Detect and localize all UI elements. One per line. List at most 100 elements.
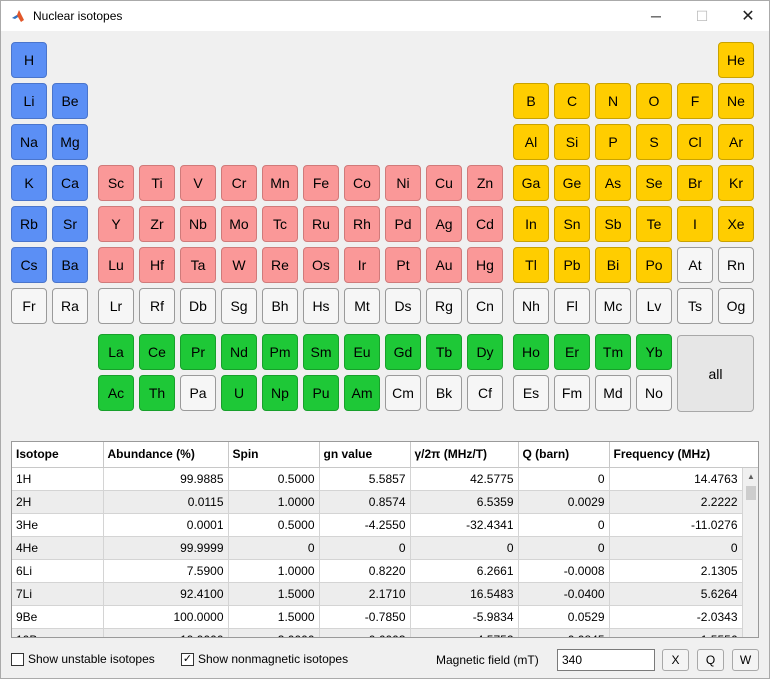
show-unstable-box[interactable] xyxy=(11,652,24,666)
table-cell[interactable]: 1.5556 xyxy=(609,628,743,637)
table-cell[interactable]: 0 xyxy=(609,536,743,560)
table-cell[interactable]: 0.0001 xyxy=(103,513,229,537)
element-button-cs[interactable]: Cs xyxy=(11,247,47,283)
element-button-tl[interactable]: Tl xyxy=(513,247,549,283)
table-row[interactable]: 6Li 7.5900 1.0000 0.8220 6.2661 -0.0008 2.1305 xyxy=(12,559,743,583)
table-row[interactable]: 4He 99.9999 0 0 0 0 0 xyxy=(12,536,743,560)
table-cell[interactable]: 1.0000 xyxy=(228,559,320,583)
element-button-tb[interactable]: Tb xyxy=(426,334,462,370)
table-cell[interactable]: 19.9000 xyxy=(103,628,229,637)
element-button-tc[interactable]: Tc xyxy=(262,206,298,242)
element-button-la[interactable]: La xyxy=(98,334,134,370)
table-cell[interactable]: 6.2661 xyxy=(410,559,519,583)
element-button-es[interactable]: Es xyxy=(513,375,549,411)
element-button-fl[interactable]: Fl xyxy=(554,288,590,324)
scroll-up-arrow-icon[interactable]: ▲ xyxy=(743,468,758,484)
element-button-db[interactable]: Db xyxy=(180,288,216,324)
element-button-s[interactable]: S xyxy=(636,124,672,160)
table-cell[interactable]: 2.1305 xyxy=(609,559,743,583)
element-button-pa[interactable]: Pa xyxy=(180,375,216,411)
element-button-mn[interactable]: Mn xyxy=(262,165,298,201)
element-button-lv[interactable]: Lv xyxy=(636,288,672,324)
table-cell[interactable]: 0.0529 xyxy=(518,605,610,629)
element-button-lu[interactable]: Lu xyxy=(98,247,134,283)
element-button-v[interactable]: V xyxy=(180,165,216,201)
element-button-ru[interactable]: Ru xyxy=(303,206,339,242)
table-cell[interactable]: -32.4341 xyxy=(410,513,519,537)
element-button-n[interactable]: N xyxy=(595,83,631,119)
element-button-rb[interactable]: Rb xyxy=(11,206,47,242)
magnetic-field-input[interactable] xyxy=(557,649,655,671)
close-icon[interactable]: ✕ xyxy=(725,1,770,31)
table-cell[interactable]: 2.1710 xyxy=(319,582,411,606)
element-button-he[interactable]: He xyxy=(718,42,754,78)
element-button-co[interactable]: Co xyxy=(344,165,380,201)
column-header-abundance[interactable]: Abundance (%) xyxy=(103,442,229,468)
table-cell[interactable]: 6.5359 xyxy=(410,490,519,514)
element-button-rg[interactable]: Rg xyxy=(426,288,462,324)
element-button-mg[interactable]: Mg xyxy=(52,124,88,160)
table-cell[interactable]: 92.4100 xyxy=(103,582,229,606)
table-cell[interactable]: -11.0276 xyxy=(609,513,743,537)
table-cell[interactable]: 3.0000 xyxy=(228,628,320,637)
table-cell[interactable]: 7.5900 xyxy=(103,559,229,583)
table-cell[interactable]: 4.5752 xyxy=(410,628,519,637)
all-button[interactable]: all xyxy=(677,335,754,412)
table-cell[interactable]: 0 xyxy=(518,513,610,537)
element-button-hg[interactable]: Hg xyxy=(467,247,503,283)
element-button-yb[interactable]: Yb xyxy=(636,334,672,370)
element-button-ir[interactable]: Ir xyxy=(344,247,380,283)
element-button-i[interactable]: I xyxy=(677,206,713,242)
element-button-ge[interactable]: Ge xyxy=(554,165,590,201)
element-button-ne[interactable]: Ne xyxy=(718,83,754,119)
element-button-ho[interactable]: Ho xyxy=(513,334,549,370)
element-button-tm[interactable]: Tm xyxy=(595,334,631,370)
element-button-ag[interactable]: Ag xyxy=(426,206,462,242)
table-cell[interactable]: -4.2550 xyxy=(319,513,411,537)
element-button-zn[interactable]: Zn xyxy=(467,165,503,201)
table-cell[interactable]: -0.7850 xyxy=(319,605,411,629)
column-header-quadrupole[interactable]: Q (barn) xyxy=(518,442,610,468)
table-cell[interactable]: 9Be xyxy=(12,605,104,629)
element-button-cf[interactable]: Cf xyxy=(467,375,503,411)
table-cell[interactable]: 0 xyxy=(518,536,610,560)
element-button-zr[interactable]: Zr xyxy=(139,206,175,242)
element-button-o[interactable]: O xyxy=(636,83,672,119)
table-cell[interactable]: 0.6003 xyxy=(319,628,411,637)
element-button-rn[interactable]: Rn xyxy=(718,247,754,283)
column-header-gn[interactable]: gn value xyxy=(319,442,411,468)
table-cell[interactable]: 2.2222 xyxy=(609,490,743,514)
element-button-lr[interactable]: Lr xyxy=(98,288,134,324)
element-button-mo[interactable]: Mo xyxy=(221,206,257,242)
table-cell[interactable]: 0 xyxy=(518,467,610,491)
table-cell[interactable]: 0 xyxy=(319,536,411,560)
table-cell[interactable]: 100.0000 xyxy=(103,605,229,629)
element-button-na[interactable]: Na xyxy=(11,124,47,160)
element-button-sg[interactable]: Sg xyxy=(221,288,257,324)
element-button-te[interactable]: Te xyxy=(636,206,672,242)
element-button-dy[interactable]: Dy xyxy=(467,334,503,370)
x-band-button[interactable]: X xyxy=(662,649,689,671)
element-button-b[interactable]: B xyxy=(513,83,549,119)
element-button-pt[interactable]: Pt xyxy=(385,247,421,283)
element-button-re[interactable]: Re xyxy=(262,247,298,283)
element-button-se[interactable]: Se xyxy=(636,165,672,201)
element-button-li[interactable]: Li xyxy=(11,83,47,119)
table-cell[interactable]: 5.6264 xyxy=(609,582,743,606)
element-button-sc[interactable]: Sc xyxy=(98,165,134,201)
element-button-br[interactable]: Br xyxy=(677,165,713,201)
element-button-ac[interactable]: Ac xyxy=(98,375,134,411)
table-cell[interactable]: 0.0845 xyxy=(518,628,610,637)
element-button-mc[interactable]: Mc xyxy=(595,288,631,324)
element-button-rf[interactable]: Rf xyxy=(139,288,175,324)
table-cell[interactable]: -5.9834 xyxy=(410,605,519,629)
table-cell[interactable]: 0.0115 xyxy=(103,490,229,514)
table-row[interactable]: 3He 0.0001 0.5000 -4.2550 -32.4341 0 -11.0276 xyxy=(12,513,743,537)
table-cell[interactable]: 0 xyxy=(228,536,320,560)
element-button-ni[interactable]: Ni xyxy=(385,165,421,201)
element-button-be[interactable]: Be xyxy=(52,83,88,119)
element-button-ti[interactable]: Ti xyxy=(139,165,175,201)
vertical-scrollbar[interactable]: ▲ xyxy=(742,468,758,637)
table-cell[interactable]: 99.9999 xyxy=(103,536,229,560)
element-button-ga[interactable]: Ga xyxy=(513,165,549,201)
